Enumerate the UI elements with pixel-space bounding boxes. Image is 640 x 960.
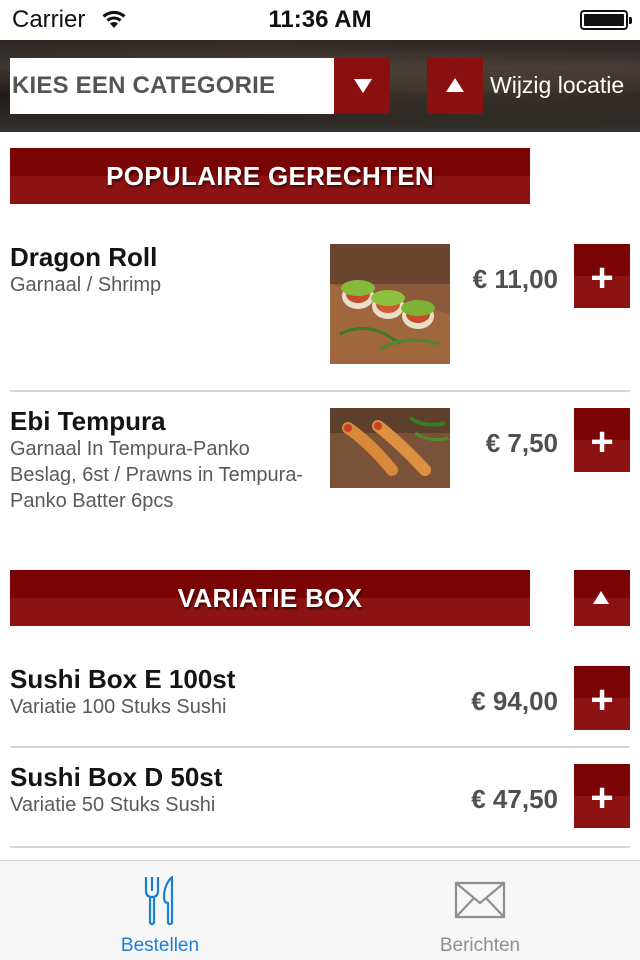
item-price: € 7,50	[485, 428, 558, 458]
plus-icon: +	[590, 256, 614, 300]
change-location-link[interactable]: Wijzig locatie	[490, 72, 624, 99]
item-photo[interactable]	[330, 408, 450, 488]
chevron-up-icon	[593, 591, 609, 604]
menu-item: Dragon Roll Garnaal / Shrimp € 11,00 +	[10, 242, 630, 372]
item-photo[interactable]	[330, 244, 450, 364]
item-name: Ebi Tempura	[10, 406, 166, 436]
tab-bar: Bestellen Berichten	[0, 860, 640, 960]
category-placeholder: KIES EEN CATEGORIE	[12, 72, 276, 99]
tempura-image	[330, 408, 450, 488]
collapse-section-button[interactable]	[574, 570, 630, 626]
divider	[10, 746, 630, 748]
item-price: € 94,00	[471, 686, 558, 716]
plus-icon: +	[590, 776, 614, 820]
divider	[10, 846, 630, 848]
section-header-variatie-box[interactable]: VARIATIE BOX	[10, 570, 530, 626]
menu-item: Sushi Box E 100st Variatie 100 Stuks Sus…	[10, 664, 630, 734]
battery-icon	[580, 10, 632, 30]
category-select[interactable]: KIES EEN CATEGORIE	[10, 58, 390, 114]
divider	[10, 390, 630, 392]
tab-label: Berichten	[439, 935, 521, 956]
section-header-popular[interactable]: POPULAIRE GERECHTEN	[10, 148, 530, 204]
chevron-down-icon	[354, 79, 372, 93]
item-description: Garnaal / Shrimp	[10, 274, 162, 296]
tab-bestellen[interactable]: Bestellen	[0, 861, 320, 960]
item-description: Garnaal In Tempura-Panko Beslag, 6st / P…	[10, 438, 304, 512]
envelope-icon	[454, 881, 506, 919]
item-name: Dragon Roll	[10, 242, 158, 272]
menu-item: Sushi Box D 50st Variatie 50 Stuks Sushi…	[10, 762, 630, 832]
add-to-cart-button[interactable]: +	[574, 244, 630, 308]
tab-berichten[interactable]: Berichten	[320, 861, 640, 960]
category-dropdown-button[interactable]	[334, 58, 390, 114]
plus-icon: +	[590, 420, 614, 464]
menu-item: Ebi Tempura Garnaal In Tempura-Panko Bes…	[10, 406, 630, 526]
sushi-roll-image	[330, 244, 450, 364]
add-to-cart-button[interactable]: +	[574, 666, 630, 730]
status-bar: Carrier 11:36 AM	[0, 0, 640, 40]
item-description: Variatie 50 Stuks Sushi	[10, 794, 216, 816]
plus-icon: +	[590, 678, 614, 722]
item-description: Variatie 100 Stuks Sushi	[10, 696, 227, 718]
item-price: € 11,00	[472, 264, 558, 294]
cutlery-icon	[144, 875, 174, 926]
item-name: Sushi Box E 100st	[10, 664, 236, 694]
chevron-up-icon	[446, 78, 464, 92]
item-name: Sushi Box D 50st	[10, 762, 223, 792]
header-banner: KIES EEN CATEGORIE Wijzig locatie	[0, 40, 640, 132]
add-to-cart-button[interactable]: +	[574, 408, 630, 472]
location-toggle-button[interactable]	[427, 58, 483, 114]
section-title: POPULAIRE GERECHTEN	[106, 161, 434, 191]
item-price: € 47,50	[471, 784, 558, 814]
status-time: 11:36 AM	[268, 6, 372, 33]
add-to-cart-button[interactable]: +	[574, 764, 630, 828]
tab-label: Bestellen	[120, 935, 200, 956]
section-title: VARIATIE BOX	[177, 583, 363, 613]
